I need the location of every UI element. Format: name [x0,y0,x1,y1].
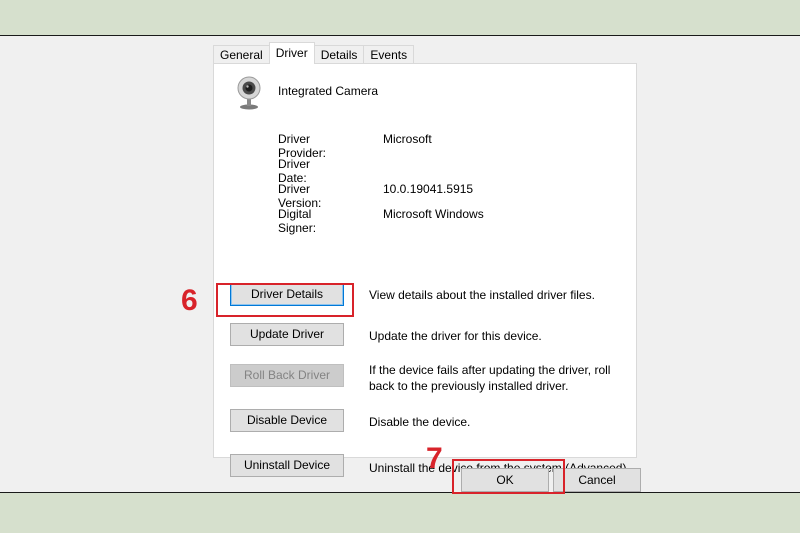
cancel-button[interactable]: Cancel [553,468,641,492]
prop-value: Microsoft Windows [383,207,484,221]
tab-strip: General Driver Details Events [213,42,415,64]
prop-label: Driver Date: [278,157,310,185]
device-name: Integrated Camera [278,84,379,98]
tab-details[interactable]: Details [313,45,365,64]
webcam-icon [237,76,261,110]
prop-value: Microsoft [383,132,432,146]
prop-value: 10.0.19041.5915 [383,182,474,196]
prop-label: Driver Version: [278,182,322,210]
tab-events[interactable]: Events [363,45,415,64]
roll-back-driver-description: If the device fails after updating the d… [369,363,611,393]
tab-driver[interactable]: Driver [268,42,315,64]
roll-back-driver-button: Roll Back Driver [230,364,344,387]
prop-label: Digital Signer: [278,207,317,235]
update-driver-highlight [216,283,354,317]
step-6-label: 6 [181,284,198,317]
prop-label: Driver Provider: [278,132,327,160]
driver-details-description: View details about the installed driver … [369,288,595,302]
tab-general[interactable]: General [213,45,270,64]
uninstall-device-button[interactable]: Uninstall Device [230,454,344,477]
disable-device-description: Disable the device. [369,415,471,429]
disable-device-button[interactable]: Disable Device [230,409,344,432]
driver-properties-screenshot: General Driver Details Events Integrated… [0,35,800,494]
step-7-label: 7 [426,442,443,475]
update-driver-button[interactable]: Update Driver [230,323,344,346]
driver-tab-panel: Integrated Camera Driver Provider: Micro… [213,63,637,477]
ok-button-highlight [452,459,565,494]
update-driver-description: Update the driver for this device. [369,329,542,343]
